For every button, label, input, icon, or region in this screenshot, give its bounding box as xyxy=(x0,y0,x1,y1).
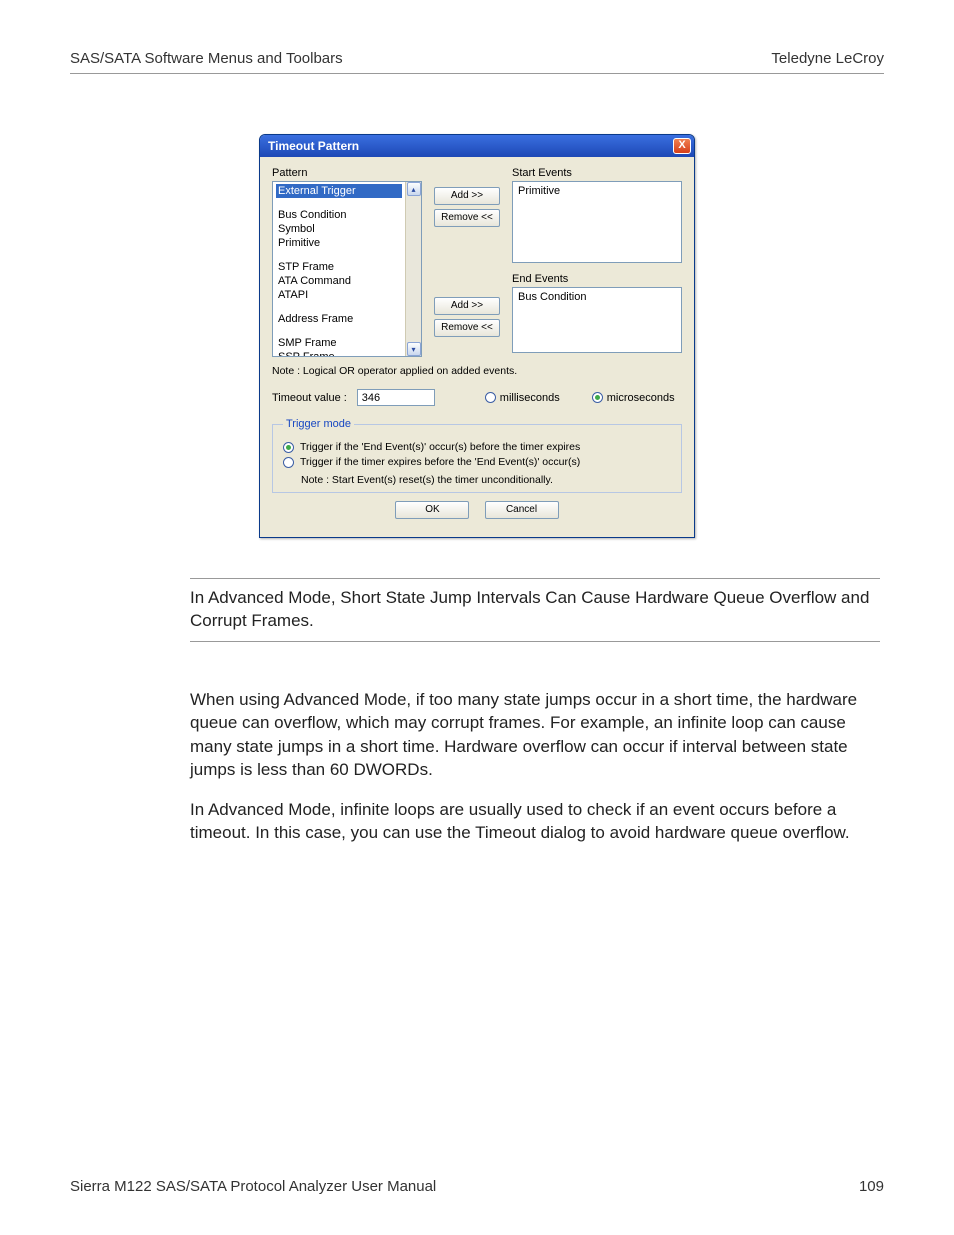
milliseconds-label: milliseconds xyxy=(500,392,560,404)
trigger-before-timer-radio[interactable] xyxy=(283,442,294,453)
dialog-titlebar[interactable]: Timeout Pattern X xyxy=(260,135,694,157)
list-item[interactable]: STP Frame xyxy=(276,260,402,274)
list-item[interactable]: ATAPI xyxy=(276,288,402,302)
remove-end-button[interactable]: Remove << xyxy=(434,319,500,337)
microseconds-label: microseconds xyxy=(607,392,675,404)
ok-button[interactable]: OK xyxy=(395,501,469,519)
trigger-mode-legend: Trigger mode xyxy=(283,418,354,430)
microseconds-radio[interactable]: microseconds xyxy=(592,392,675,404)
end-events-listbox[interactable]: Bus Condition xyxy=(512,287,682,353)
trigger-after-timer-radio[interactable] xyxy=(283,457,294,468)
list-item[interactable]: External Trigger xyxy=(276,184,402,198)
header-left: SAS/SATA Software Menus and Toolbars xyxy=(70,50,343,67)
cancel-button[interactable]: Cancel xyxy=(485,501,559,519)
milliseconds-radio[interactable]: milliseconds xyxy=(485,392,560,404)
callout-heading: In Advanced Mode, Short State Jump Inter… xyxy=(190,578,880,642)
body-paragraph-2: In Advanced Mode, infinite loops are usu… xyxy=(190,798,880,845)
trigger-opt2-label: Trigger if the timer expires before the … xyxy=(300,456,580,468)
dialog-title: Timeout Pattern xyxy=(268,139,359,153)
trigger-mode-group: Trigger mode Trigger if the 'End Event(s… xyxy=(272,418,682,493)
trigger-note: Note : Start Event(s) reset(s) the timer… xyxy=(301,474,671,486)
chevron-down-icon[interactable]: ▾ xyxy=(407,342,421,356)
footer-left: Sierra M122 SAS/SATA Protocol Analyzer U… xyxy=(70,1178,436,1195)
list-item[interactable]: Symbol xyxy=(276,222,402,236)
page-number: 109 xyxy=(859,1178,884,1195)
timeout-value-input[interactable] xyxy=(357,389,435,406)
add-start-button[interactable]: Add >> xyxy=(434,187,500,205)
or-operator-note: Note : Logical OR operator applied on ad… xyxy=(272,365,682,377)
list-item[interactable]: Address Frame xyxy=(276,312,402,326)
pattern-listbox[interactable]: External Trigger Bus ConditionSymbolPrimi… xyxy=(272,181,422,357)
list-item[interactable]: SSP Frame xyxy=(276,350,402,356)
timeout-pattern-dialog: Timeout Pattern X Pattern External Trigg… xyxy=(259,134,695,538)
end-events-label: End Events xyxy=(512,273,682,285)
body-paragraph-1: When using Advanced Mode, if too many st… xyxy=(190,688,880,782)
list-item[interactable]: Bus Condition xyxy=(276,208,402,222)
start-events-label: Start Events xyxy=(512,167,682,179)
add-end-button[interactable]: Add >> xyxy=(434,297,500,315)
scrollbar[interactable]: ▴ ▾ xyxy=(405,182,421,356)
chevron-up-icon[interactable]: ▴ xyxy=(407,182,421,196)
timeout-label: Timeout value : xyxy=(272,392,347,404)
pattern-label: Pattern xyxy=(272,167,422,179)
remove-start-button[interactable]: Remove << xyxy=(434,209,500,227)
list-item[interactable]: Primitive xyxy=(516,184,678,198)
list-item[interactable]: Bus Condition xyxy=(516,290,678,304)
list-item[interactable]: SMP Frame xyxy=(276,336,402,350)
trigger-opt1-label: Trigger if the 'End Event(s)' occur(s) b… xyxy=(300,441,580,453)
start-events-listbox[interactable]: Primitive xyxy=(512,181,682,263)
header-right: Teledyne LeCroy xyxy=(771,50,884,67)
list-item[interactable]: ATA Command xyxy=(276,274,402,288)
list-item[interactable]: Primitive xyxy=(276,236,402,250)
close-icon[interactable]: X xyxy=(673,138,691,154)
